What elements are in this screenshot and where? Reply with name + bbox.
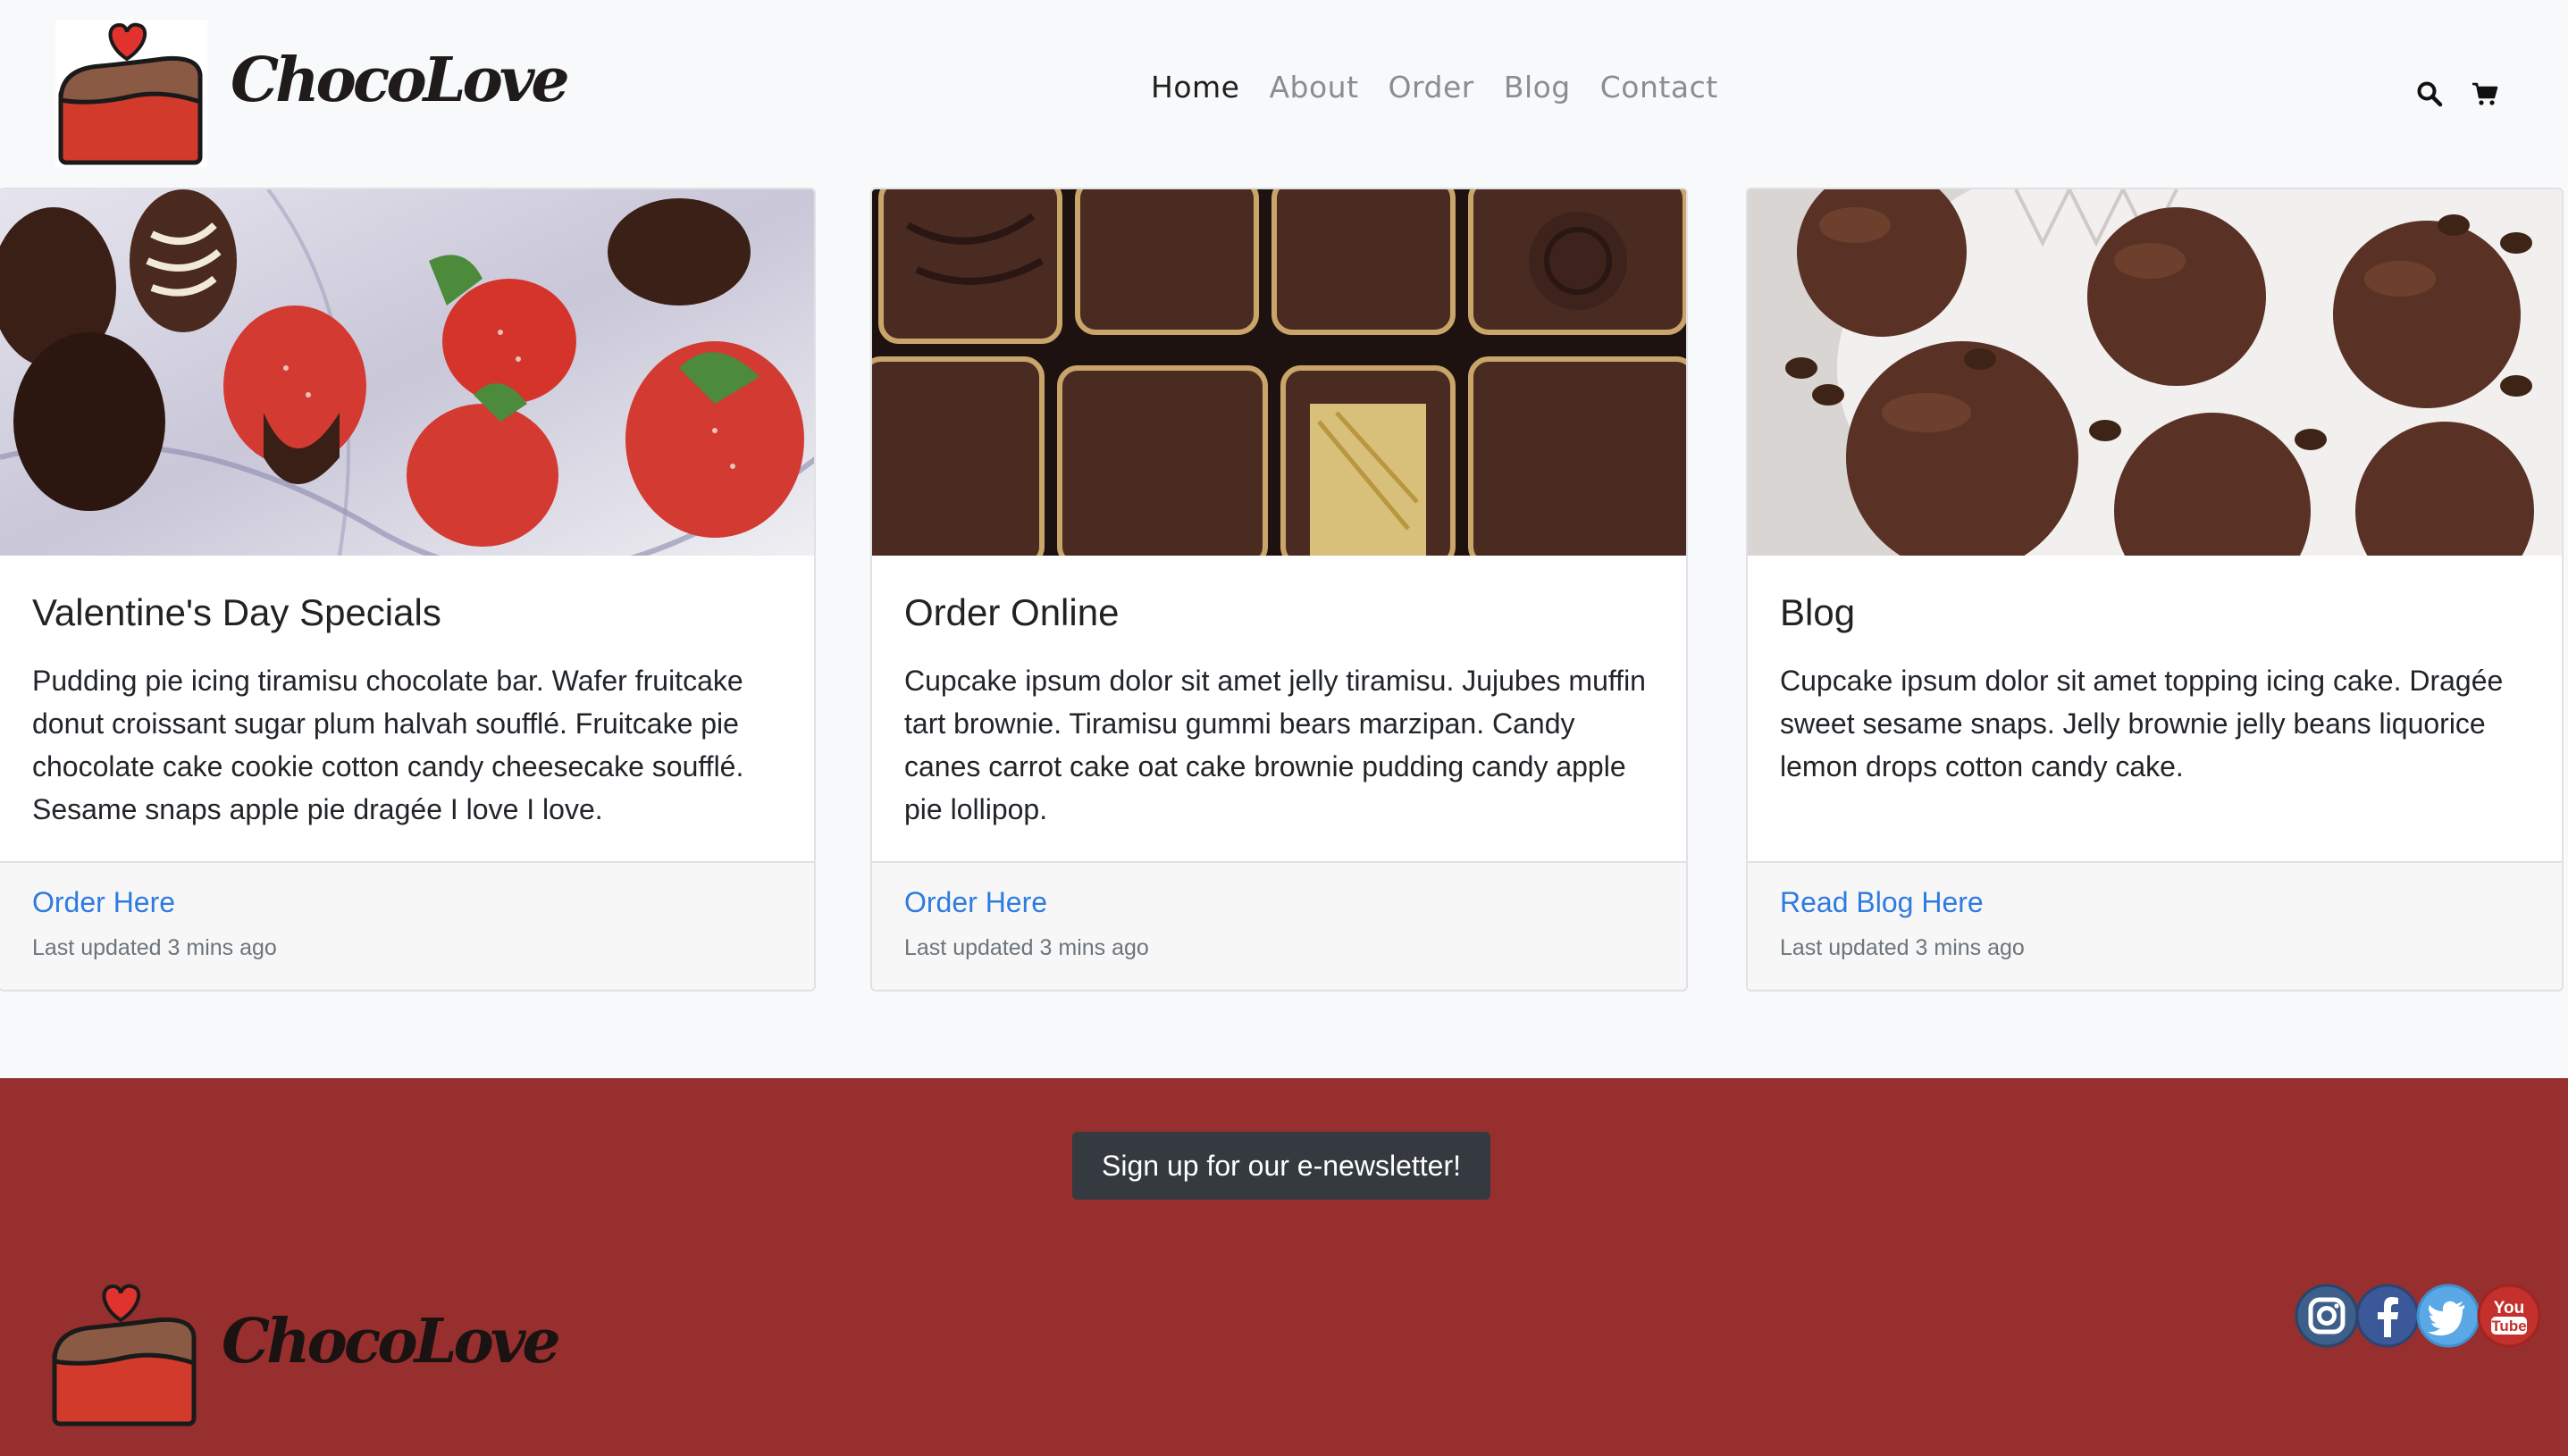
card-footer: Read Blog Here Last updated 3 mins ago (1748, 861, 2562, 990)
search-icon[interactable] (2416, 80, 2443, 107)
card-image-chocolate-box (872, 189, 1686, 556)
card-image-strawberries (0, 189, 814, 556)
card-footer: Order Here Last updated 3 mins ago (0, 861, 814, 990)
read-blog-link[interactable]: Read Blog Here (1780, 886, 2530, 919)
card-title: Order Online (904, 591, 1120, 633)
site-header: ChocoLove Home About Order Blog Contact (0, 0, 2568, 187)
card-footer: Order Here Last updated 3 mins ago (872, 861, 1686, 990)
order-here-link[interactable]: Order Here (32, 886, 782, 919)
youtube-logo-text-tube: Tube (2491, 1318, 2526, 1335)
nav-order[interactable]: Order (1389, 70, 1474, 105)
last-updated-text: Last updated 3 mins ago (1780, 935, 2025, 960)
brand-name[interactable]: ChocoLove (231, 45, 570, 116)
nav-about[interactable]: About (1269, 70, 1358, 105)
card-valentines: Valentine's Day Specials Pudding pie ici… (0, 188, 816, 992)
nav-home[interactable]: Home (1151, 70, 1239, 105)
card-text: Cupcake ipsum dolor sit amet topping ici… (1780, 665, 2504, 782)
cart-icon[interactable] (2471, 80, 2498, 107)
youtube-logo-text-you: You (2494, 1299, 2524, 1318)
card-title: Valentine's Day Specials (32, 591, 441, 633)
brand-logo-icon[interactable] (55, 20, 207, 167)
footer-logo-icon[interactable] (49, 1281, 201, 1428)
card-order-online: Order Online Cupcake ipsum dolor sit ame… (870, 188, 1688, 992)
card-blog: Blog Cupcake ipsum dolor sit amet toppin… (1746, 188, 2564, 992)
card-image-truffles (1748, 189, 2562, 556)
nav-contact[interactable]: Contact (1600, 70, 1718, 105)
footer-brand-name[interactable]: ChocoLove (222, 1306, 561, 1377)
main-nav: Home About Order Blog Contact (1151, 70, 1748, 105)
order-here-link[interactable]: Order Here (904, 886, 1654, 919)
site-footer: Sign up for our e-newsletter! You Tube (0, 1078, 2568, 1456)
nav-blog[interactable]: Blog (1504, 70, 1571, 105)
card-title: Blog (1780, 591, 1856, 633)
newsletter-signup-button[interactable]: Sign up for our e-newsletter! (1072, 1132, 1490, 1200)
card-text: Cupcake ipsum dolor sit amet jelly tiram… (904, 665, 1646, 825)
last-updated-text: Last updated 3 mins ago (32, 935, 277, 960)
last-updated-text: Last updated 3 mins ago (904, 935, 1149, 960)
youtube-icon[interactable]: You Tube (2477, 1284, 2541, 1348)
facebook-icon[interactable] (2355, 1284, 2420, 1348)
card-text: Pudding pie icing tiramisu chocolate bar… (32, 665, 744, 825)
twitter-icon[interactable] (2416, 1284, 2480, 1348)
instagram-icon[interactable] (2295, 1284, 2359, 1348)
